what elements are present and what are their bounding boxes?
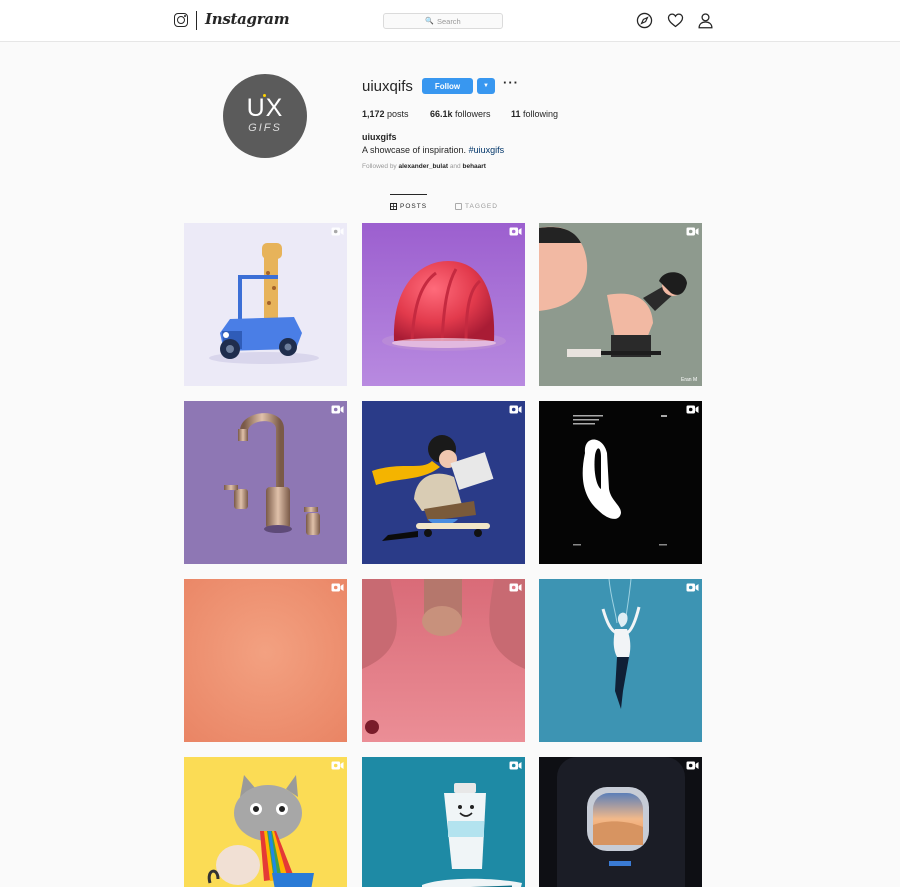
video-camera-icon [331, 405, 344, 414]
followed-by-user-link[interactable]: alexander_bulat [399, 163, 449, 170]
tab-tagged[interactable]: TAGGED [455, 194, 498, 216]
more-dots-icon[interactable]: ··· [503, 76, 519, 89]
grid-icon [390, 203, 397, 210]
post-tile[interactable] [539, 579, 702, 742]
compass-icon[interactable] [636, 12, 653, 29]
post-tile[interactable] [362, 757, 525, 887]
avatar-text-gifs: GIFS [248, 122, 282, 134]
post-tile[interactable] [539, 401, 702, 564]
follow-button[interactable]: Follow [422, 78, 473, 94]
video-camera-icon [331, 227, 344, 236]
caret-down-icon: ▼ [483, 83, 489, 89]
nav-divider [196, 11, 197, 30]
orange-gradient-image [184, 579, 347, 742]
post-tile[interactable] [184, 223, 347, 386]
profile-bio: A showcase of inspiration. #uiuxgifs [362, 145, 504, 155]
faucet-image [184, 401, 347, 564]
video-camera-icon [686, 761, 699, 770]
diver-woman-image [539, 579, 702, 742]
bio-text: A showcase of inspiration. [362, 145, 467, 155]
post-tile[interactable] [184, 579, 347, 742]
profile-full-name: uiuxgifs [362, 132, 397, 142]
post-tile[interactable] [184, 757, 347, 887]
avatar-dot [263, 94, 266, 97]
following-link[interactable]: 11 following [511, 109, 558, 119]
video-camera-icon [331, 761, 344, 770]
post-tile[interactable] [362, 401, 525, 564]
video-camera-icon [686, 227, 699, 236]
post-tile[interactable] [184, 401, 347, 564]
bio-hashtag-link[interactable]: #uiuxgifs [469, 145, 505, 155]
video-camera-icon [509, 405, 522, 414]
profile-avatar[interactable]: UX GIFS [223, 74, 307, 158]
followed-by-text: Followed by alexander_bulat and behaart [362, 163, 486, 170]
top-navigation-bar: Instagram 🔍 Search [0, 0, 900, 42]
red-blob-image [362, 223, 525, 386]
posts-count: 1,172 posts [362, 109, 409, 119]
man-on-bottle-image: Eran M [539, 223, 702, 386]
toothpaste-image [362, 757, 525, 887]
airplane-window-image [539, 757, 702, 887]
video-camera-icon [686, 405, 699, 414]
video-camera-icon [331, 583, 344, 592]
tab-posts[interactable]: POSTS [390, 194, 428, 216]
instagram-camera-icon[interactable] [174, 13, 188, 27]
rainbow-cat-image [184, 757, 347, 887]
instagram-wordmark[interactable]: Instagram [205, 10, 290, 28]
giraffe-car-image [184, 223, 347, 386]
video-camera-icon [509, 583, 522, 592]
post-tile[interactable] [539, 757, 702, 887]
search-input[interactable]: 🔍 Search [383, 13, 503, 29]
skateboard-girl-image [362, 401, 525, 564]
person-icon[interactable] [697, 12, 714, 29]
avatar-text-ux: UX [246, 94, 284, 122]
profile-username: uiuxqifs [362, 78, 413, 95]
pink-fabric-image [362, 579, 525, 742]
followed-by-user-link[interactable]: behaart [462, 163, 485, 170]
post-tile[interactable]: Eran M [539, 223, 702, 386]
post-caption: Eran M [681, 377, 697, 383]
heart-icon[interactable] [667, 12, 684, 29]
tag-icon [455, 202, 462, 210]
video-camera-icon [686, 583, 699, 592]
black-poster-image [539, 401, 702, 564]
video-camera-icon [509, 761, 522, 770]
post-tile[interactable] [362, 579, 525, 742]
followers-link[interactable]: 66.1k followers [430, 109, 491, 119]
search-placeholder: Search [436, 16, 461, 26]
video-camera-icon [509, 227, 522, 236]
suggestions-dropdown-button[interactable]: ▼ [477, 78, 495, 94]
search-icon: 🔍 [425, 18, 434, 25]
post-tile[interactable] [362, 223, 525, 386]
